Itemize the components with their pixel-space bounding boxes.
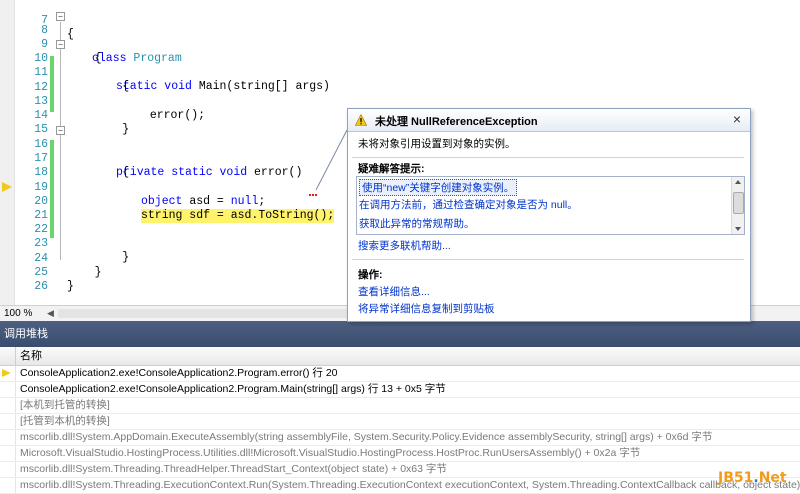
tip-link-check-null[interactable]: 在调用方法前，通过检查确定对象是否为 null。 <box>359 197 578 212</box>
collapse-icon[interactable]: − <box>56 126 65 135</box>
callstack-row[interactable]: mscorlib.dll!System.Threading.ThreadHelp… <box>0 462 800 478</box>
section-divider <box>352 157 744 158</box>
scroll-up-icon[interactable] <box>735 180 741 184</box>
callstack-row[interactable]: [本机到托管的转换] <box>0 398 800 414</box>
exception-title: 未处理 NullReferenceException <box>375 116 538 128</box>
current-frame-arrow-icon <box>2 369 11 377</box>
code-line: 8 − class Program <box>0 10 800 65</box>
exception-assistant: 未处理 NullReferenceException × 未将对象引用设置到对象… <box>347 108 751 322</box>
exception-message: 未将对象引用设置到对象的实例。 <box>358 138 516 150</box>
warning-icon <box>355 114 367 126</box>
actions-title: 操作: <box>358 269 383 281</box>
row-gutter <box>0 446 16 461</box>
frame-name: mscorlib.dll!System.Threading.ThreadHelp… <box>20 463 447 475</box>
scroll-down-icon[interactable] <box>735 227 741 231</box>
frame-name: ConsoleApplication2.exe!ConsoleApplicati… <box>20 367 338 379</box>
callstack-panel-title[interactable]: 调用堆栈 <box>0 321 800 347</box>
close-icon[interactable]: × <box>730 111 744 127</box>
row-gutter <box>0 430 16 445</box>
watermark-site: JB51 <box>718 470 754 486</box>
code-line: 11 { <box>0 52 800 93</box>
row-gutter <box>0 414 16 429</box>
frame-name: mscorlib.dll!System.Threading.ExecutionC… <box>20 479 800 491</box>
code-line: 12 <box>0 67 800 94</box>
tips-scrollbar[interactable] <box>731 177 744 234</box>
callstack-row[interactable]: ConsoleApplication2.exe!ConsoleApplicati… <box>0 366 800 382</box>
error-squiggle <box>309 194 317 196</box>
line-number: 26 <box>34 280 48 293</box>
frame-name: Microsoft.VisualStudio.HostingProcess.Ut… <box>20 447 641 459</box>
code-line: 14 } <box>0 95 800 136</box>
search-online-help-link[interactable]: 搜索更多联机帮助... <box>358 238 451 253</box>
callstack-row[interactable]: [托管到本机的转换] <box>0 414 800 430</box>
troubleshooting-tips-list[interactable]: 使用“new”关键字创建对象实例。 在调用方法前，通过检查确定对象是否为 nul… <box>356 176 745 235</box>
callstack-panel: 名称 ConsoleApplication2.exe!ConsoleApplic… <box>0 347 800 494</box>
exception-header: 未处理 NullReferenceException × <box>348 109 750 132</box>
tips-title: 疑难解答提示: <box>358 163 425 175</box>
code-line: 13 error(); <box>0 81 800 122</box>
site-watermark: JB51.Net <box>718 470 787 486</box>
column-name-header[interactable]: 名称 <box>20 347 42 365</box>
zoom-level[interactable]: 100 % <box>4 306 32 321</box>
row-gutter <box>0 478 16 493</box>
callstack-row[interactable]: Microsoft.VisualStudio.HostingProcess.Ut… <box>0 446 800 462</box>
section-divider <box>352 259 744 260</box>
horizontal-scrollbar[interactable] <box>58 309 388 318</box>
zoom-dropdown-icon[interactable]: ◀ <box>47 306 54 321</box>
callstack-row[interactable]: ConsoleApplication2.exe!ConsoleApplicati… <box>0 382 800 398</box>
frame-name: ConsoleApplication2.exe!ConsoleApplicati… <box>20 383 446 395</box>
column-divider <box>15 347 16 365</box>
code-line: 10 − static void Main(string[] args) <box>0 38 800 93</box>
row-gutter <box>0 398 16 413</box>
scroll-thumb[interactable] <box>733 192 744 214</box>
row-gutter <box>0 462 16 477</box>
tip-link-new-keyword[interactable]: 使用“new”关键字创建对象实例。 <box>359 179 518 196</box>
tip-link-general-help[interactable]: 获取此异常的常规帮助。 <box>359 216 475 231</box>
code-line: 9 { <box>0 24 800 65</box>
row-gutter <box>0 382 16 397</box>
collapse-icon[interactable]: − <box>56 40 65 49</box>
line-text: } <box>67 280 74 293</box>
copy-exception-link[interactable]: 将异常详细信息复制到剪贴板 <box>358 301 495 316</box>
watermark-tld: Net <box>758 470 787 486</box>
frame-name: [托管到本机的转换] <box>20 415 110 427</box>
frame-name: [本机到托管的转换] <box>20 399 110 411</box>
view-details-link[interactable]: 查看详细信息... <box>358 284 430 299</box>
callstack-row[interactable]: mscorlib.dll!System.AppDomain.ExecuteAss… <box>0 430 800 446</box>
current-statement-arrow-icon <box>2 182 12 192</box>
collapse-icon[interactable]: − <box>56 12 65 21</box>
frame-name: mscorlib.dll!System.AppDomain.ExecuteAss… <box>20 431 713 443</box>
callstack-header: 名称 <box>0 347 800 366</box>
row-gutter <box>0 366 16 381</box>
